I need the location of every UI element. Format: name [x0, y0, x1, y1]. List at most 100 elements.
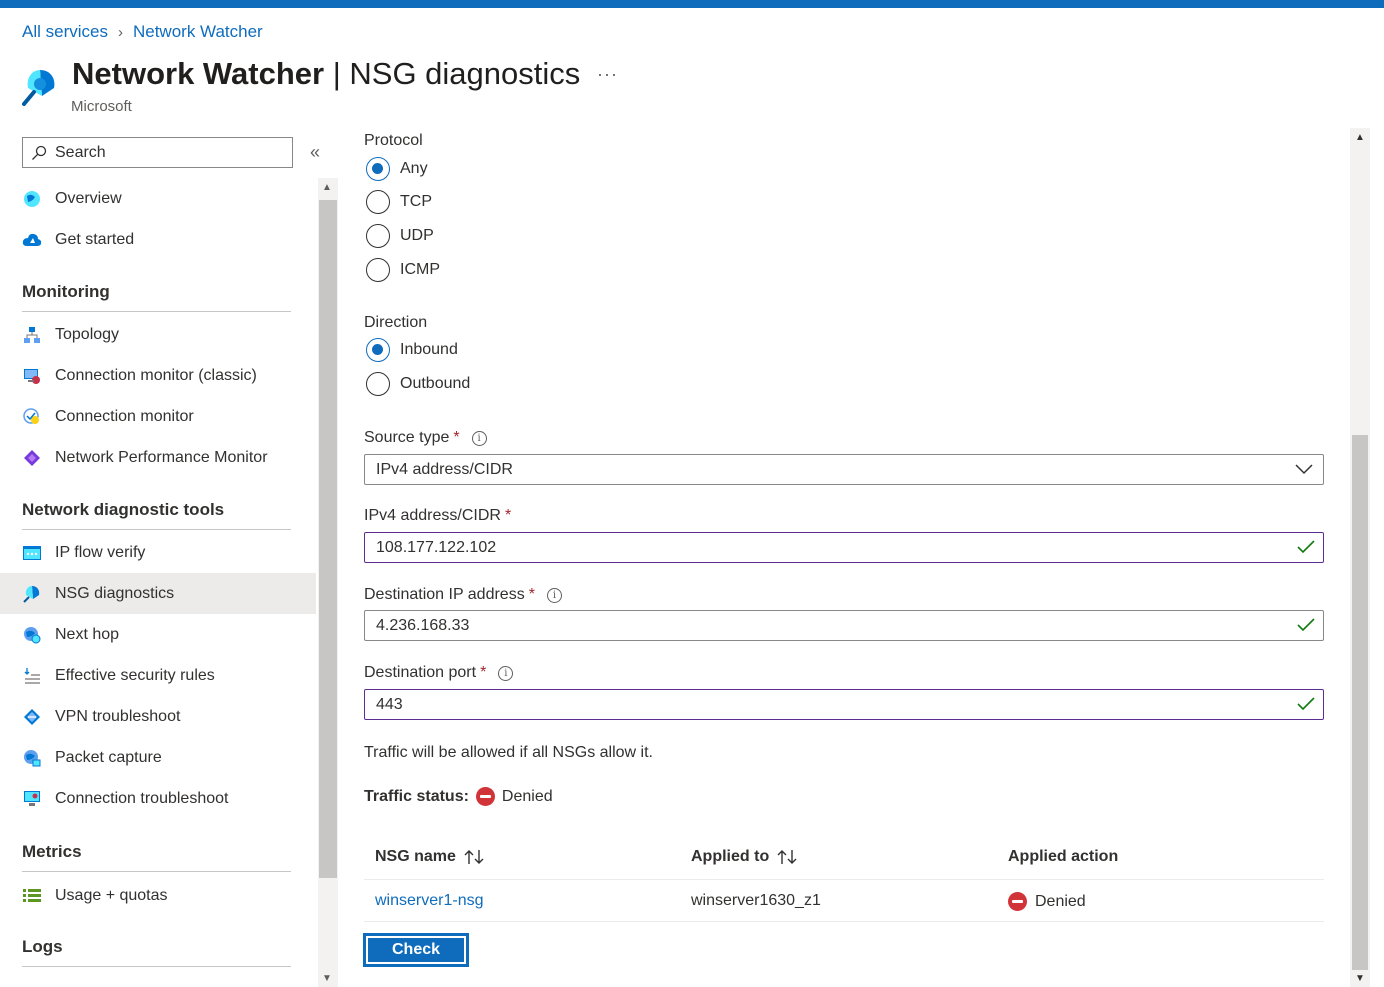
section-monitoring: Monitoring [22, 282, 291, 312]
nsg-name-cell[interactable]: winserver1-nsg [375, 892, 483, 910]
sidebar-item-ip-flow-verify[interactable]: IP flow verify [0, 532, 316, 573]
sidebar-item-label: Effective security rules [55, 666, 215, 684]
sidebar-item-nsg-diagnostics[interactable]: NSG diagnostics [0, 573, 316, 614]
sidebar-item-connection-monitor[interactable]: Connection monitor [0, 396, 316, 437]
sidebar-item-label: VPN troubleshoot [55, 707, 181, 725]
search-placeholder: Search [55, 143, 106, 161]
sidebar-item-label: Overview [55, 189, 122, 207]
usage-icon [22, 886, 42, 906]
security-rules-icon [22, 666, 42, 686]
applied-to-cell: winserver1630_z1 [691, 892, 821, 909]
sidebar-item-get-started[interactable]: Get started [0, 219, 316, 260]
checkmark-icon [1297, 540, 1315, 554]
sidebar-item-connection-troubleshoot[interactable]: Connection troubleshoot [0, 778, 316, 819]
more-options-button[interactable]: ··· [597, 64, 618, 85]
publisher-label: Microsoft [71, 98, 132, 115]
sidebar-item-label: Next hop [55, 625, 120, 643]
sidebar-item-vpn-troubleshoot[interactable]: VPN troubleshoot [0, 696, 316, 737]
scroll-up-icon[interactable]: ▲ [1355, 132, 1365, 143]
column-applied-to[interactable]: Applied to [691, 848, 799, 866]
table-row: winserver1-nsg winserver1630_z1 Denied [364, 880, 1324, 922]
info-icon: i [546, 588, 562, 603]
protocol-tcp-radio[interactable]: TCP [366, 190, 432, 214]
ipv4-input[interactable]: 108.177.122.102 [364, 532, 1324, 563]
source-type-label: Source type * i [364, 429, 487, 447]
traffic-status-label: Traffic status: [364, 787, 469, 805]
direction-label: Direction [364, 314, 428, 331]
destination-port-input[interactable]: 443 [364, 689, 1324, 720]
sidebar-item-network-performance-monitor[interactable]: Network Performance Monitor [0, 437, 316, 478]
traffic-status: Traffic status: Denied [364, 787, 553, 806]
ipv4-label: IPv4 address/CIDR * [364, 507, 512, 524]
packet-capture-icon [22, 748, 42, 768]
sidebar-item-packet-capture[interactable]: Packet capture [0, 737, 316, 778]
protocol-icmp-radio[interactable]: ICMP [366, 258, 440, 282]
sidebar-item-label: Connection monitor (classic) [55, 366, 257, 384]
breadcrumb: All services › Network Watcher [22, 22, 263, 42]
check-button[interactable]: Check [364, 934, 468, 966]
nsg-name-link[interactable]: winserver1-nsg [375, 892, 483, 910]
network-watcher-icon [22, 70, 55, 106]
connection-troubleshoot-icon [22, 789, 42, 809]
collapse-sidebar-button[interactable]: « [310, 142, 320, 163]
checkmark-icon [1297, 618, 1315, 632]
protocol-any-radio[interactable]: Any [366, 157, 428, 181]
breadcrumb-all-services[interactable]: All services [22, 22, 108, 42]
monitor-classic-icon [22, 366, 42, 386]
sidebar-item-label: Usage + quotas [55, 886, 168, 904]
applied-action-cell: Denied [1008, 892, 1086, 911]
results-table-header: NSG name Applied to Applied action [364, 838, 1324, 880]
nsg-icon [22, 584, 42, 604]
scroll-down-icon[interactable]: ▼ [322, 973, 332, 984]
direction-outbound-radio[interactable]: Outbound [366, 372, 470, 396]
section-logs: Logs [22, 937, 291, 967]
sidebar-item-label: Topology [55, 325, 120, 343]
main-scrollbar[interactable]: ▲ ▼ [1350, 128, 1370, 987]
scroll-up-icon[interactable]: ▲ [322, 182, 332, 193]
info-icon: i [498, 666, 514, 681]
sidebar-scrollbar[interactable]: ▲ ▼ [318, 178, 338, 987]
sidebar-item-effective-security-rules[interactable]: Effective security rules [0, 655, 316, 696]
sidebar-item-connection-monitor-classic[interactable]: Connection monitor (classic) [0, 355, 316, 396]
next-hop-icon [22, 625, 42, 645]
section-metrics: Metrics [22, 842, 291, 872]
direction-inbound-radio[interactable]: Inbound [366, 338, 458, 362]
section-network-diagnostic-tools: Network diagnostic tools [22, 500, 291, 530]
info-icon: i [471, 431, 487, 446]
main-scroll-thumb[interactable] [1352, 435, 1368, 970]
search-icon [32, 145, 47, 160]
chevron-down-icon [1295, 464, 1313, 475]
sidebar-item-overview[interactable]: Overview [0, 178, 316, 219]
sidebar-item-label: Connection troubleshoot [55, 789, 229, 807]
denied-icon [475, 787, 495, 806]
sidebar-item-usage-quotas[interactable]: Usage + quotas [0, 875, 316, 916]
sidebar-scroll-thumb[interactable] [319, 200, 337, 878]
globe-icon [22, 189, 42, 209]
sort-icon [777, 850, 797, 864]
performance-icon [22, 448, 42, 468]
source-type-select[interactable]: IPv4 address/CIDR [364, 454, 1324, 485]
ip-flow-icon [22, 543, 42, 563]
top-accent-bar [0, 0, 1384, 8]
sidebar-item-topology[interactable]: Topology [0, 314, 316, 355]
sidebar-item-label: Network Performance Monitor [55, 448, 268, 466]
column-nsg-name[interactable]: NSG name [375, 848, 486, 866]
breadcrumb-network-watcher[interactable]: Network Watcher [133, 22, 263, 42]
destination-ip-input[interactable]: 4.236.168.33 [364, 610, 1324, 641]
scroll-down-icon[interactable]: ▼ [1355, 973, 1365, 984]
cloud-icon [22, 230, 42, 250]
sidebar-item-next-hop[interactable]: Next hop [0, 614, 316, 655]
sidebar-item-label: NSG diagnostics [55, 584, 175, 602]
topology-icon [22, 325, 42, 345]
chevron-right-icon: › [117, 23, 123, 41]
protocol-label: Protocol [364, 132, 423, 149]
sidebar-search-input[interactable]: Search [22, 137, 293, 168]
connection-monitor-icon [22, 407, 42, 427]
protocol-udp-radio[interactable]: UDP [366, 224, 434, 248]
sort-icon [464, 850, 484, 864]
checkmark-icon [1297, 697, 1315, 711]
denied-icon [1008, 892, 1027, 911]
column-applied-action: Applied action [1008, 848, 1119, 865]
traffic-note: Traffic will be allowed if all NSGs allo… [364, 744, 653, 761]
vpn-icon [22, 707, 42, 727]
